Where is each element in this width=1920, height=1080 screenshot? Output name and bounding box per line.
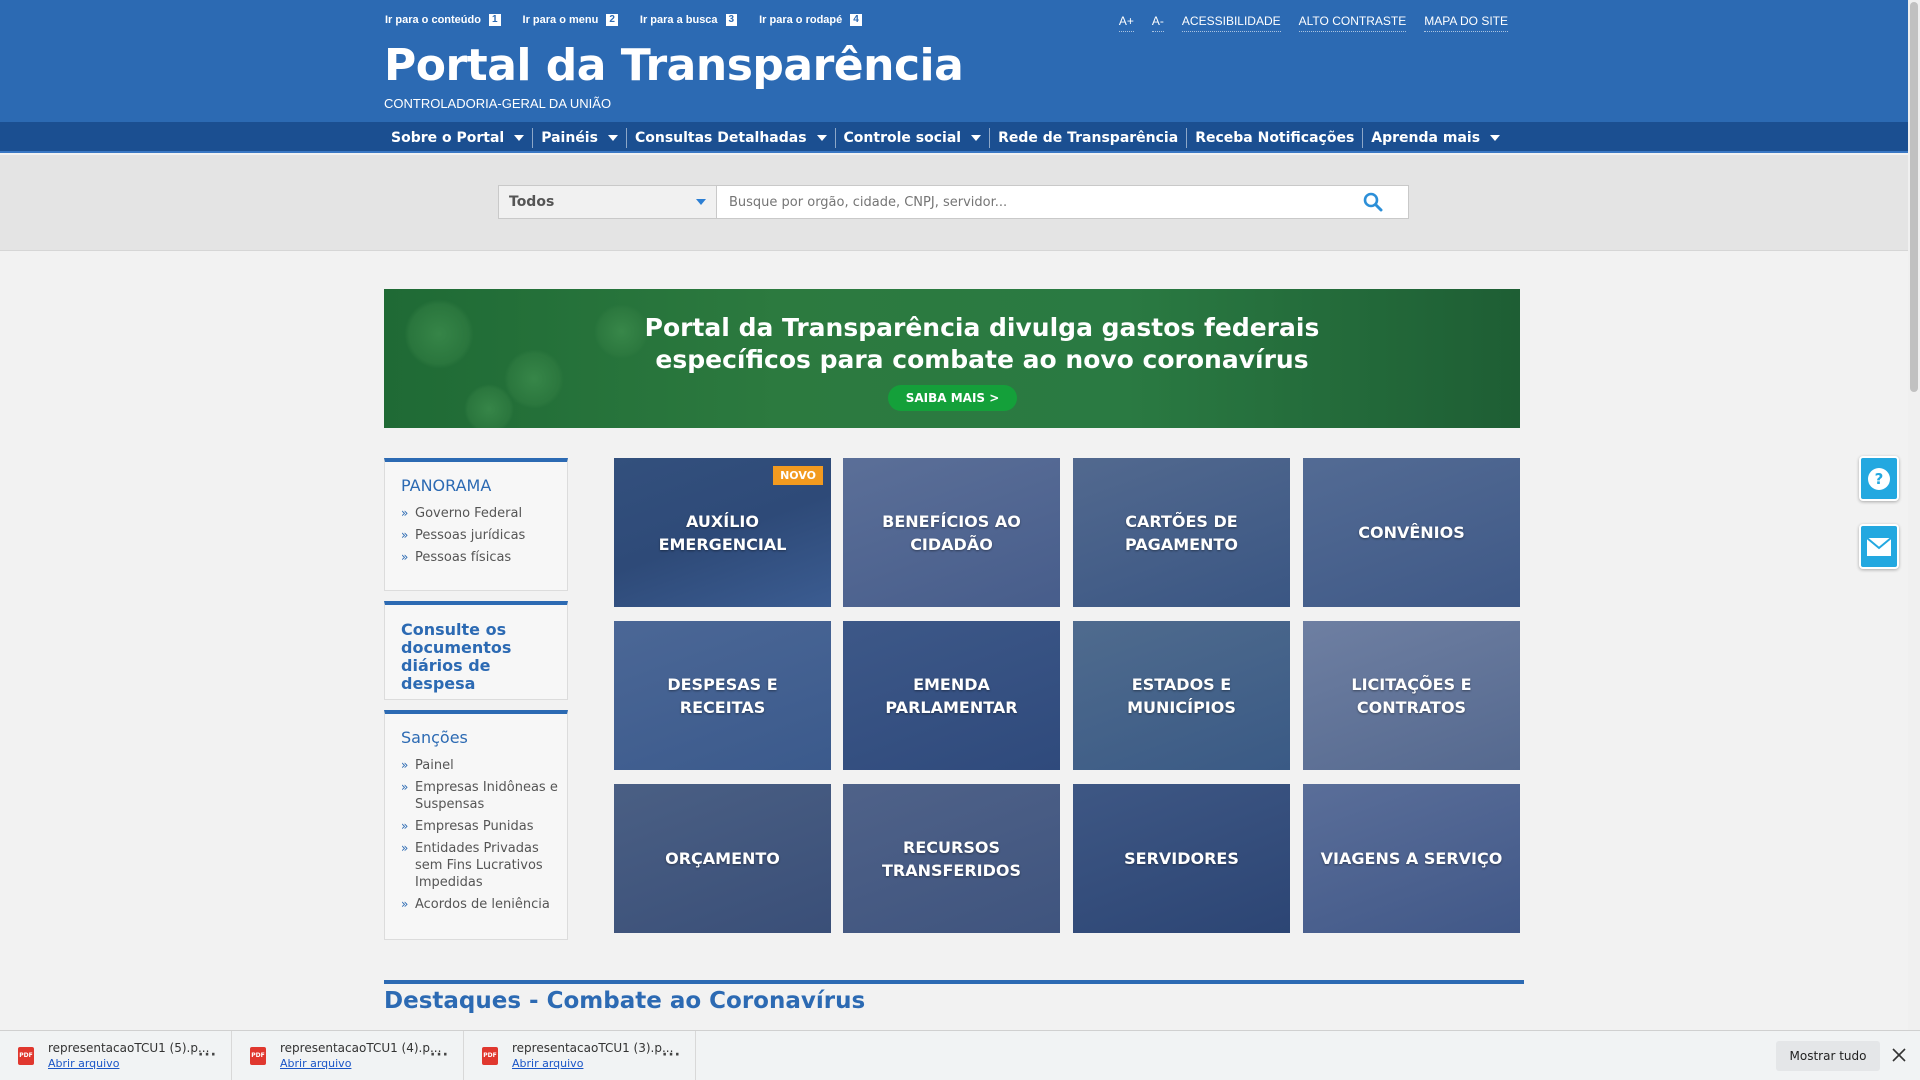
section-divider: [384, 980, 1524, 984]
show-all-downloads-button[interactable]: Mostrar tudo: [1776, 1041, 1880, 1071]
download-filename: representacaoTCU1 (3).p...: [512, 1041, 674, 1055]
nav-receba-notificacoes[interactable]: Receba Notificações: [1186, 127, 1362, 148]
sancoes-title[interactable]: Sanções: [401, 728, 567, 747]
panorama-link-governo-federal[interactable]: Governo Federal: [401, 505, 567, 522]
nav-paineis[interactable]: Painéis: [532, 127, 626, 148]
question-icon: ?: [1868, 467, 1890, 490]
close-icon[interactable]: [1890, 1046, 1908, 1064]
panorama-link-pessoas-juridicas[interactable]: Pessoas jurídicas: [401, 527, 567, 544]
tile-convenios[interactable]: CONVÊNIOS: [1303, 458, 1520, 607]
tile-despesas-e-receitas[interactable]: DESPESAS E RECEITAS: [614, 621, 831, 770]
tile-servidores[interactable]: SERVIDORES: [1073, 784, 1290, 933]
more-options-icon[interactable]: ···: [198, 1047, 217, 1063]
sitemap-link[interactable]: MAPA DO SITE: [1424, 14, 1508, 32]
download-item[interactable]: PDF representacaoTCU1 (5).p... Abrir arq…: [0, 1030, 232, 1080]
skip-to-footer[interactable]: Ir para o rodapé 4: [759, 14, 862, 26]
open-file-link[interactable]: Abrir arquivo: [48, 1057, 209, 1070]
coronavirus-banner[interactable]: Portal da Transparência divulga gastos f…: [384, 289, 1520, 428]
accessibility-link[interactable]: ACESSIBILIDADE: [1181, 14, 1281, 32]
destaques-heading: Destaques - Combate ao Coronavírus: [384, 988, 866, 1014]
open-file-link[interactable]: Abrir arquivo: [512, 1057, 673, 1070]
caret-down-icon: [514, 134, 525, 141]
nav-controle-social[interactable]: Controle social: [834, 127, 990, 148]
tile-estados-e-municipios[interactable]: ESTADOS E MUNICÍPIOS: [1073, 621, 1290, 770]
pdf-file-icon: PDF: [482, 1046, 498, 1065]
sancoes-link-entidades-privadas[interactable]: Entidades Privadas sem Fins Lucrativos I…: [401, 840, 567, 891]
tile-viagens-a-servico[interactable]: VIAGENS A SERVIÇO: [1303, 784, 1520, 933]
nav-sobre-o-portal[interactable]: Sobre o Portal: [383, 128, 532, 148]
high-contrast-link[interactable]: ALTO CONTRASTE: [1298, 14, 1407, 32]
font-increase-link[interactable]: A+: [1118, 14, 1134, 32]
download-item[interactable]: PDF representacaoTCU1 (4).p... Abrir arq…: [232, 1030, 464, 1080]
sancoes-box: Sanções Painel Empresas Inidôneas e Susp…: [384, 710, 568, 940]
tile-licitacoes-e-contratos[interactable]: LICITAÇÕES E CONTRATOS: [1303, 621, 1520, 770]
caret-down-icon: [816, 134, 827, 141]
help-button[interactable]: ?: [1859, 456, 1899, 501]
documentos-box: Consulte os documentos diários de despes…: [384, 601, 568, 700]
main-nav: Sobre o Portal Painéis Consultas Detalha…: [0, 122, 1908, 153]
sancoes-link-painel[interactable]: Painel: [401, 757, 567, 774]
dropdown-arrow-icon: [696, 199, 706, 205]
scrollbar-thumb[interactable]: [1910, 2, 1918, 392]
more-options-icon[interactable]: ···: [662, 1047, 681, 1063]
download-filename: representacaoTCU1 (4).p...: [280, 1041, 442, 1055]
more-options-icon[interactable]: ···: [430, 1047, 449, 1063]
sancoes-link-empresas-punidas[interactable]: Empresas Punidas: [401, 818, 567, 835]
caret-down-icon: [1490, 134, 1501, 141]
search-box: Todos: [498, 185, 1409, 219]
panorama-link-pessoas-fisicas[interactable]: Pessoas físicas: [401, 549, 567, 566]
panorama-title[interactable]: PANORAMA: [401, 476, 567, 495]
pdf-file-icon: PDF: [250, 1046, 266, 1065]
site-title[interactable]: Portal da Transparência: [384, 40, 964, 91]
skip-links: Ir para o conteúdo 1 Ir para o menu 2 Ir p…: [385, 14, 884, 26]
nav-aprenda-mais[interactable]: Aprenda mais: [1362, 127, 1508, 148]
search-band: Todos: [0, 155, 1908, 251]
search-input[interactable]: [717, 186, 1338, 218]
pdf-file-icon: PDF: [18, 1046, 34, 1065]
search-scope-select[interactable]: Todos: [499, 186, 717, 218]
accessibility-links: A+ A- ACESSIBILIDADE ALTO CONTRASTE MAPA…: [1101, 14, 1508, 32]
search-button[interactable]: [1338, 186, 1408, 218]
envelope-icon: [1866, 536, 1892, 556]
sancoes-link-empresas-inidoneas[interactable]: Empresas Inidôneas e Suspensas: [401, 779, 567, 813]
open-file-link[interactable]: Abrir arquivo: [280, 1057, 441, 1070]
tile-auxilio-emergencial[interactable]: NOVO AUXÍLIO EMERGENCIAL: [614, 458, 831, 607]
site-header: Ir para o conteúdo 1 Ir para o menu 2 Ir p…: [0, 0, 1908, 122]
nav-consultas-detalhadas[interactable]: Consultas Detalhadas: [625, 127, 835, 148]
panorama-box: PANORAMA Governo Federal Pessoas jurídic…: [384, 458, 568, 591]
tile-orcamento[interactable]: ORÇAMENTO: [614, 784, 831, 933]
virus-illustration: [464, 384, 514, 428]
download-bar: PDF representacaoTCU1 (5).p... Abrir arq…: [0, 1030, 1920, 1080]
sancoes-link-acordos-de-leniencia[interactable]: Acordos de leniência: [401, 896, 567, 913]
font-decrease-link[interactable]: A-: [1151, 14, 1164, 32]
saiba-mais-button[interactable]: SAIBA MAIS >: [888, 385, 1017, 411]
svg-text:?: ?: [1875, 470, 1884, 488]
novo-badge: NOVO: [773, 466, 823, 485]
download-filename: representacaoTCU1 (5).p...: [48, 1041, 210, 1055]
site-subtitle: CONTROLADORIA-GERAL DA UNIÃO: [384, 96, 612, 111]
nav-rede-de-transparencia[interactable]: Rede de Transparência: [989, 127, 1186, 148]
download-item[interactable]: PDF representacaoTCU1 (3).p... Abrir arq…: [464, 1030, 696, 1080]
skip-to-content[interactable]: Ir para o conteúdo 1: [385, 14, 501, 26]
page-scrollbar[interactable]: [1908, 0, 1920, 1030]
skip-to-search[interactable]: Ir para a busca 3: [640, 14, 738, 26]
search-icon: [1363, 192, 1383, 212]
banner-headline-line2: específicos para combate ao novo coronav…: [655, 345, 1309, 374]
tile-emenda-parlamentar[interactable]: EMENDA PARLAMENTAR: [843, 621, 1060, 770]
skip-to-menu[interactable]: Ir para o menu 2: [523, 14, 618, 26]
tile-recursos-transferidos[interactable]: RECURSOS TRANSFERIDOS: [843, 784, 1060, 933]
contact-button[interactable]: [1859, 524, 1899, 569]
caret-down-icon: [971, 134, 982, 141]
documentos-link[interactable]: Consulte os documentos diários de despes…: [401, 621, 561, 693]
tile-beneficios-ao-cidadao[interactable]: BENEFÍCIOS AO CIDADÃO: [843, 458, 1060, 607]
tile-cartoes-de-pagamento[interactable]: CARTÕES DE PAGAMENTO: [1073, 458, 1290, 607]
caret-down-icon: [607, 134, 618, 141]
banner-headline-line1: Portal da Transparência divulga gastos f…: [644, 313, 1320, 342]
